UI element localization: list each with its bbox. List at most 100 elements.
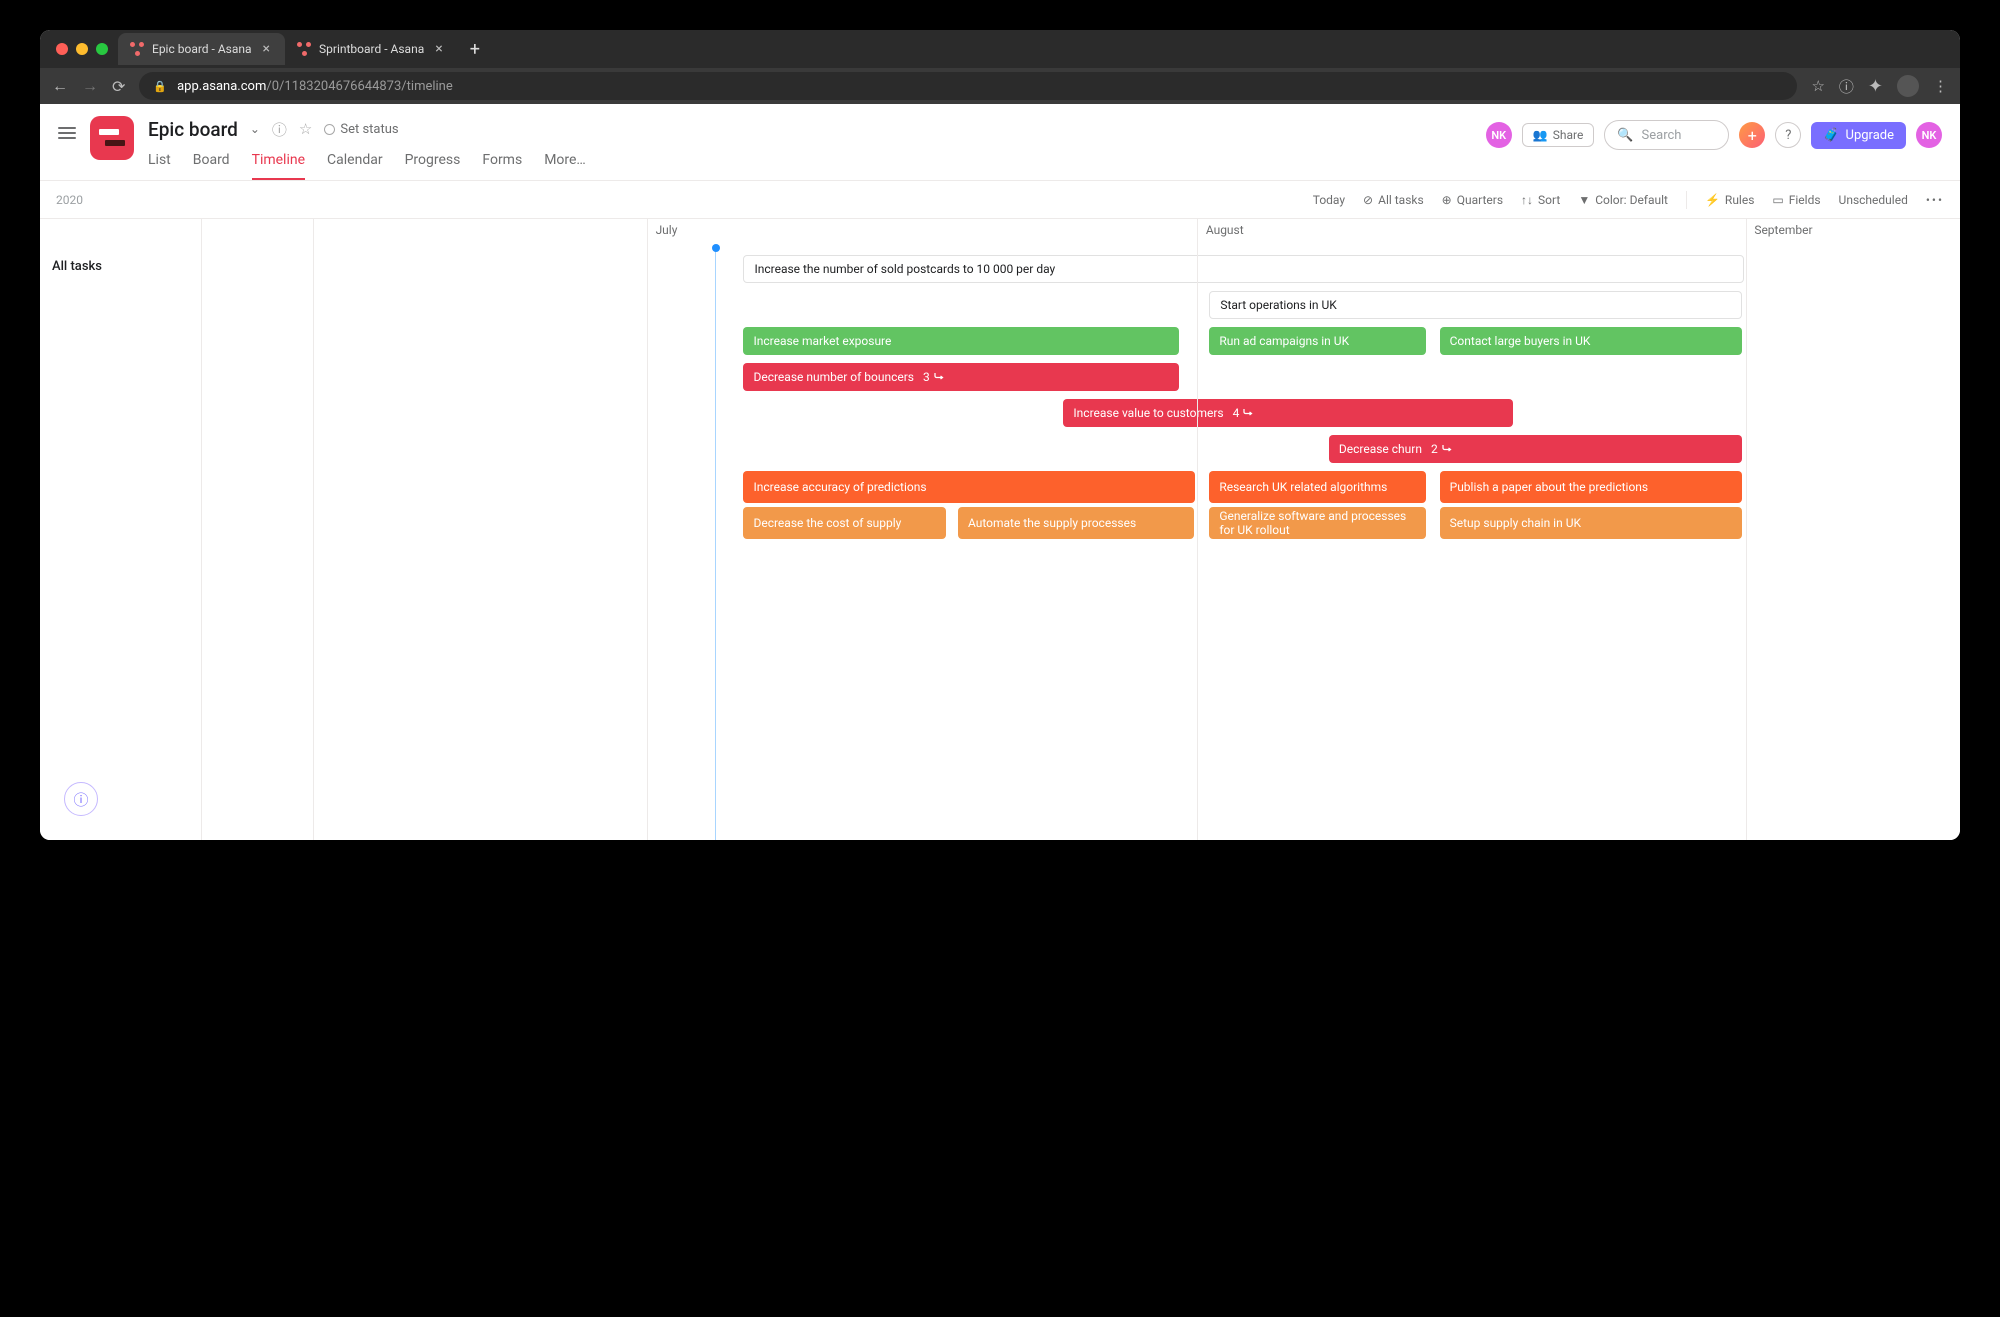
search-placeholder: Search [1642, 128, 1682, 143]
close-window-icon[interactable] [56, 43, 68, 55]
toolbar-separator [1686, 191, 1687, 209]
forward-button[interactable]: → [82, 76, 98, 96]
nav-tab-board[interactable]: Board [193, 152, 230, 180]
reload-button[interactable]: ⟳ [112, 77, 125, 96]
upgrade-label: Upgrade [1846, 128, 1894, 143]
month-label: September [1754, 223, 1812, 237]
timeline-content: All tasks July August September Increase t… [40, 219, 1960, 840]
task-label: Increase accuracy of predictions [753, 480, 926, 494]
project-icon[interactable] [90, 116, 134, 160]
task-label: Increase value to customers [1073, 406, 1223, 420]
profile-avatar[interactable] [1897, 75, 1919, 97]
back-button[interactable]: ← [52, 76, 68, 96]
header-main: Epic board ⌄ ⓘ ☆ Set status List Board Tim… [148, 114, 1472, 180]
extensions-icon[interactable]: ✦ [1868, 76, 1883, 97]
color-button[interactable]: ▼Color: Default [1578, 193, 1668, 207]
grid-divider [1197, 219, 1198, 840]
zoom-quarters[interactable]: ⊕Quarters [1442, 193, 1503, 207]
unscheduled-button[interactable]: Unscheduled [1839, 193, 1908, 207]
month-label: July [656, 223, 678, 237]
task-bar[interactable]: Automate the supply processes [958, 507, 1194, 539]
nav-tab-calendar[interactable]: Calendar [327, 152, 383, 180]
fields-icon: ▭ [1772, 193, 1783, 207]
url-input[interactable]: 🔒 app.asana.com/0/1183204676644873/timel… [139, 72, 1797, 100]
task-label: Decrease churn [1339, 442, 1422, 456]
chevron-down-icon[interactable]: ⌄ [250, 122, 260, 136]
lock-icon: 🔒 [153, 80, 167, 93]
upgrade-button[interactable]: 🧳 Upgrade [1811, 122, 1906, 149]
browser-action-icons: ☆ ⓘ ✦ ⋮ [1811, 75, 1948, 97]
sort-button[interactable]: ↑↓Sort [1521, 193, 1560, 207]
task-bar[interactable]: Generalize software and processes for UK… [1209, 507, 1425, 539]
help-button[interactable]: ? [1775, 122, 1801, 148]
create-button[interactable]: + [1739, 122, 1765, 148]
new-tab-button[interactable]: + [458, 39, 492, 60]
more-options-button[interactable]: ••• [1926, 193, 1944, 207]
nav-tab-timeline[interactable]: Timeline [252, 152, 305, 180]
section-label[interactable]: All tasks [52, 259, 189, 274]
filter-all-tasks[interactable]: ⊘All tasks [1363, 193, 1424, 207]
task-label: Publish a paper about the predictions [1450, 480, 1649, 494]
project-nav-tabs: List Board Timeline Calendar Progress Forms Mo… [148, 152, 1472, 180]
task-bar[interactable]: Increase market exposure [743, 327, 1179, 355]
browser-tab[interactable]: Epic board - Asana × [118, 33, 285, 65]
task-bar[interactable]: Start operations in UK [1209, 291, 1742, 319]
window-controls[interactable] [50, 43, 118, 55]
check-circle-icon: ⊘ [1363, 193, 1373, 207]
zoom-icon: ⊕ [1442, 193, 1452, 207]
address-bar: ← → ⟳ 🔒 app.asana.com/0/1183204676644873… [40, 68, 1960, 104]
task-bar[interactable]: Increase accuracy of predictions [743, 471, 1195, 503]
task-bar[interactable]: Run ad campaigns in UK [1209, 327, 1425, 355]
browser-window: Epic board - Asana×Sprintboard - Asana× … [40, 30, 1960, 840]
lightning-icon: ⚡ [1705, 193, 1720, 207]
nav-tab-forms[interactable]: Forms [482, 152, 522, 180]
close-tab-icon[interactable]: × [260, 41, 273, 57]
search-input[interactable]: 🔍 Search [1604, 120, 1729, 150]
browser-menu-icon[interactable]: ⋮ [1933, 77, 1948, 95]
user-avatar[interactable]: NK [1916, 122, 1942, 148]
task-bar[interactable]: Decrease churn 2 [1329, 435, 1742, 463]
nav-tab-more[interactable]: More… [544, 152, 586, 180]
member-avatar[interactable]: NK [1486, 122, 1512, 148]
task-bar[interactable]: Setup supply chain in UK [1440, 507, 1742, 539]
close-tab-icon[interactable]: × [432, 41, 445, 57]
fields-button[interactable]: ▭Fields [1772, 193, 1820, 207]
task-bar[interactable]: Decrease number of bouncers 3 [743, 363, 1179, 391]
nav-tab-progress[interactable]: Progress [405, 152, 461, 180]
set-status-button[interactable]: Set status [324, 122, 398, 137]
help-fab[interactable]: ⓘ [64, 782, 98, 816]
app-header: Epic board ⌄ ⓘ ☆ Set status List Board Tim… [40, 104, 1960, 181]
tab-title: Epic board - Asana [152, 42, 252, 56]
minimize-window-icon[interactable] [76, 43, 88, 55]
task-bar[interactable]: Research UK related algorithms [1209, 471, 1425, 503]
project-info-icon[interactable]: ⓘ [272, 119, 287, 140]
task-label: Contact large buyers in UK [1450, 334, 1591, 348]
timeline-canvas[interactable]: July August September Increase the number … [202, 219, 1960, 840]
info-icon[interactable]: ⓘ [1839, 76, 1854, 97]
section-sidebar: All tasks [40, 219, 202, 840]
today-button[interactable]: Today [1313, 193, 1345, 207]
browser-tab[interactable]: Sprintboard - Asana× [285, 33, 458, 65]
task-label: Research UK related algorithms [1219, 480, 1387, 494]
task-bar[interactable]: Publish a paper about the predictions [1440, 471, 1742, 503]
task-bar[interactable]: Increase value to customers 4 [1063, 399, 1513, 427]
task-label: Automate the supply processes [968, 516, 1136, 530]
rules-button[interactable]: ⚡Rules [1705, 193, 1754, 207]
sidebar-toggle[interactable] [58, 114, 76, 142]
task-bar[interactable]: Contact large buyers in UK [1440, 327, 1742, 355]
maximize-window-icon[interactable] [96, 43, 108, 55]
month-label: August [1206, 223, 1244, 237]
today-marker-dot [712, 244, 720, 252]
star-icon[interactable]: ☆ [1811, 77, 1824, 95]
task-bar[interactable]: Decrease the cost of supply [743, 507, 945, 539]
task-bar[interactable]: Increase the number of sold postcards to… [743, 255, 1743, 283]
asana-favicon [297, 42, 311, 56]
search-icon: 🔍 [1617, 128, 1633, 143]
today-marker-line [715, 247, 716, 840]
header-right: NK 👥 Share 🔍 Search + ? 🧳 Upgrade NK [1486, 114, 1942, 150]
project-title[interactable]: Epic board [148, 118, 238, 141]
share-button[interactable]: 👥 Share [1522, 123, 1595, 147]
favorite-star-icon[interactable]: ☆ [299, 120, 312, 138]
subtask-count: 2 [1428, 442, 1453, 456]
nav-tab-list[interactable]: List [148, 152, 171, 180]
